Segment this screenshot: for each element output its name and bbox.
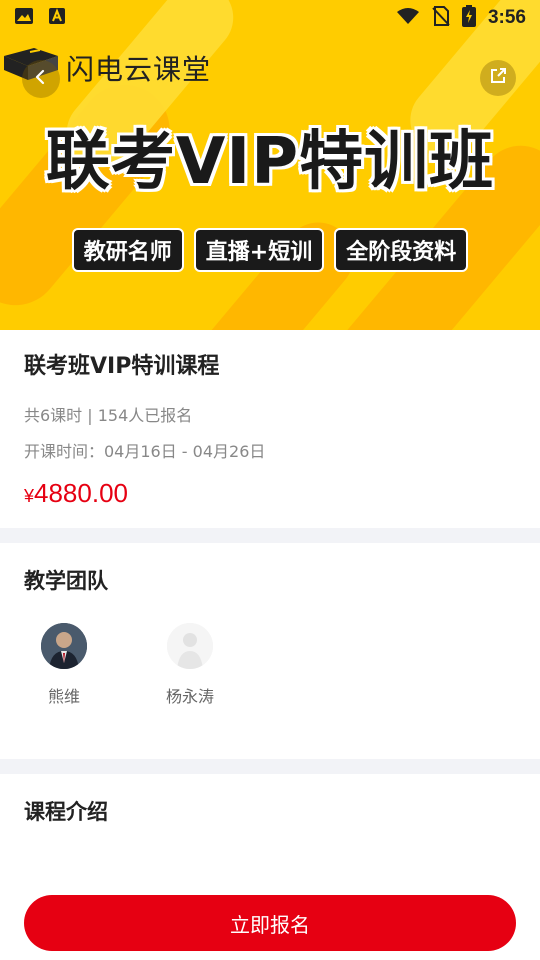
teacher-name: 杨永涛 <box>165 687 214 706</box>
teacher-item[interactable]: 杨永涛 <box>156 623 224 707</box>
course-schedule: 开课时间：04月16日 - 04月26日 <box>24 442 266 461</box>
banner-headline: 联考VIP特训班 <box>45 125 495 199</box>
banner-tag: 直播+短训 <box>193 228 325 272</box>
battery-charging-icon <box>461 5 476 31</box>
teacher-avatar <box>167 623 213 669</box>
teacher-list: 熊维 杨永涛 <box>24 623 516 707</box>
a-icon <box>48 7 66 29</box>
teacher-item[interactable]: 熊维 <box>30 623 98 707</box>
teaching-team-section: 教学团队 熊维 杨永涛 <box>0 543 540 759</box>
course-price: ¥4880.00 <box>24 478 516 509</box>
banner-tags: 教研名师 直播+短训 全阶段资料 <box>0 228 540 272</box>
back-button[interactable] <box>22 60 60 98</box>
team-section-title: 教学团队 <box>24 569 108 593</box>
teacher-name: 熊维 <box>47 687 80 706</box>
course-banner: 3:56 闪电云课堂 联考VIP特训班 教研名师 直播+短训 全阶段资料 <box>0 0 540 330</box>
price-value: 4880.00 <box>34 478 128 508</box>
chevron-left-icon <box>33 69 49 89</box>
course-title: 联考班VIP特训课程 <box>24 354 220 379</box>
share-button[interactable] <box>480 60 516 96</box>
wifi-icon <box>396 7 420 29</box>
status-bar: 3:56 <box>0 0 540 36</box>
banner-tag: 教研名师 <box>71 228 184 272</box>
intro-section-title: 课程介绍 <box>24 800 108 824</box>
teacher-avatar <box>41 623 87 669</box>
image-icon <box>14 7 34 29</box>
brand-name: 闪电云课堂 <box>66 53 212 86</box>
status-time: 3:56 <box>487 7 526 28</box>
course-info-card: 联考班VIP特训课程 共6课时 | 154人已报名 开课时间：04月16日 - … <box>0 330 540 528</box>
course-meta: 共6课时 | 154人已报名 <box>24 406 193 425</box>
no-sim-icon <box>432 6 450 30</box>
price-symbol: ¥ <box>24 486 35 506</box>
share-icon <box>489 67 507 89</box>
banner-tag: 全阶段资料 <box>334 228 469 272</box>
course-detail-screen: 3:56 闪电云课堂 联考VIP特训班 教研名师 直播+短训 全阶段资料 联考班… <box>0 0 540 960</box>
enroll-button[interactable]: 立即报名 <box>24 895 516 951</box>
